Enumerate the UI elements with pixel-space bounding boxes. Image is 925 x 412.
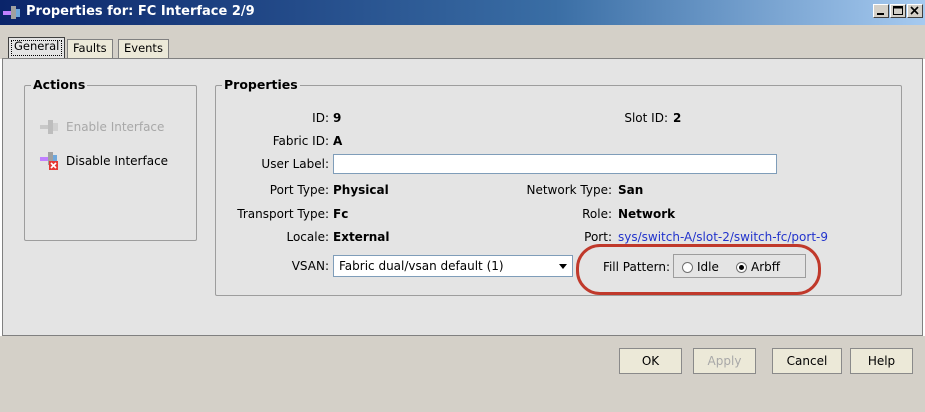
tab-general[interactable]: General <box>8 37 66 59</box>
button-bar: OK Apply Cancel Help <box>0 336 925 412</box>
port-type-label: Port Type: <box>269 183 329 197</box>
fill-pattern-highlight <box>576 244 821 295</box>
minimize-button[interactable] <box>873 4 889 18</box>
port-link[interactable]: sys/switch-A/slot-2/switch-fc/port-9 <box>618 230 828 244</box>
fabric-id-label: Fabric ID: <box>272 134 329 148</box>
actions-title: Actions <box>31 77 88 92</box>
vsan-label: VSAN: <box>291 259 329 273</box>
port-type-value: Physical <box>333 183 389 197</box>
window-title: Properties for: FC Interface 2/9 <box>26 4 255 19</box>
tab-bar: General Faults Events <box>0 25 925 59</box>
fabric-id-value: A <box>333 134 343 148</box>
apply-button[interactable]: Apply <box>693 348 756 374</box>
id-label: ID: <box>312 111 329 125</box>
slot-id-label: Slot ID: <box>624 111 668 125</box>
port-label: Port: <box>584 230 612 244</box>
disable-interface-action[interactable]: Disable Interface <box>40 151 168 171</box>
locale-label: Locale: <box>286 230 329 244</box>
tab-events[interactable]: Events <box>118 39 169 58</box>
chevron-down-icon[interactable] <box>554 256 572 276</box>
properties-title: Properties <box>222 77 300 92</box>
user-label-input[interactable] <box>333 154 777 174</box>
vsan-select[interactable]: Fabric dual/vsan default (1) <box>333 255 573 277</box>
network-type-value: San <box>618 183 644 197</box>
transport-type-label: Transport Type: <box>237 207 329 221</box>
disable-interface-icon <box>40 152 58 170</box>
locale-value: External <box>333 230 390 244</box>
slot-id-value: 2 <box>673 111 682 125</box>
id-value: 9 <box>333 111 342 125</box>
role-label: Role: <box>582 207 612 221</box>
role-value: Network <box>618 207 676 221</box>
cancel-button[interactable]: Cancel <box>772 348 842 374</box>
help-button[interactable]: Help <box>850 348 913 374</box>
enable-interface-icon <box>40 120 58 134</box>
actions-group: Actions Enable Interface Disable Interfa… <box>24 77 197 241</box>
ok-button[interactable]: OK <box>619 348 682 374</box>
network-type-label: Network Type: <box>526 183 612 197</box>
maximize-button[interactable] <box>890 4 906 18</box>
close-button[interactable] <box>907 4 923 18</box>
user-label-label: User Label: <box>261 157 329 171</box>
transport-type-value: Fc <box>333 207 349 221</box>
interface-icon <box>3 5 21 20</box>
vsan-selected-value: Fabric dual/vsan default (1) <box>339 259 504 273</box>
enable-interface-action[interactable]: Enable Interface <box>40 118 164 136</box>
title-bar[interactable]: Properties for: FC Interface 2/9 <box>0 0 925 25</box>
tab-faults[interactable]: Faults <box>67 39 113 58</box>
